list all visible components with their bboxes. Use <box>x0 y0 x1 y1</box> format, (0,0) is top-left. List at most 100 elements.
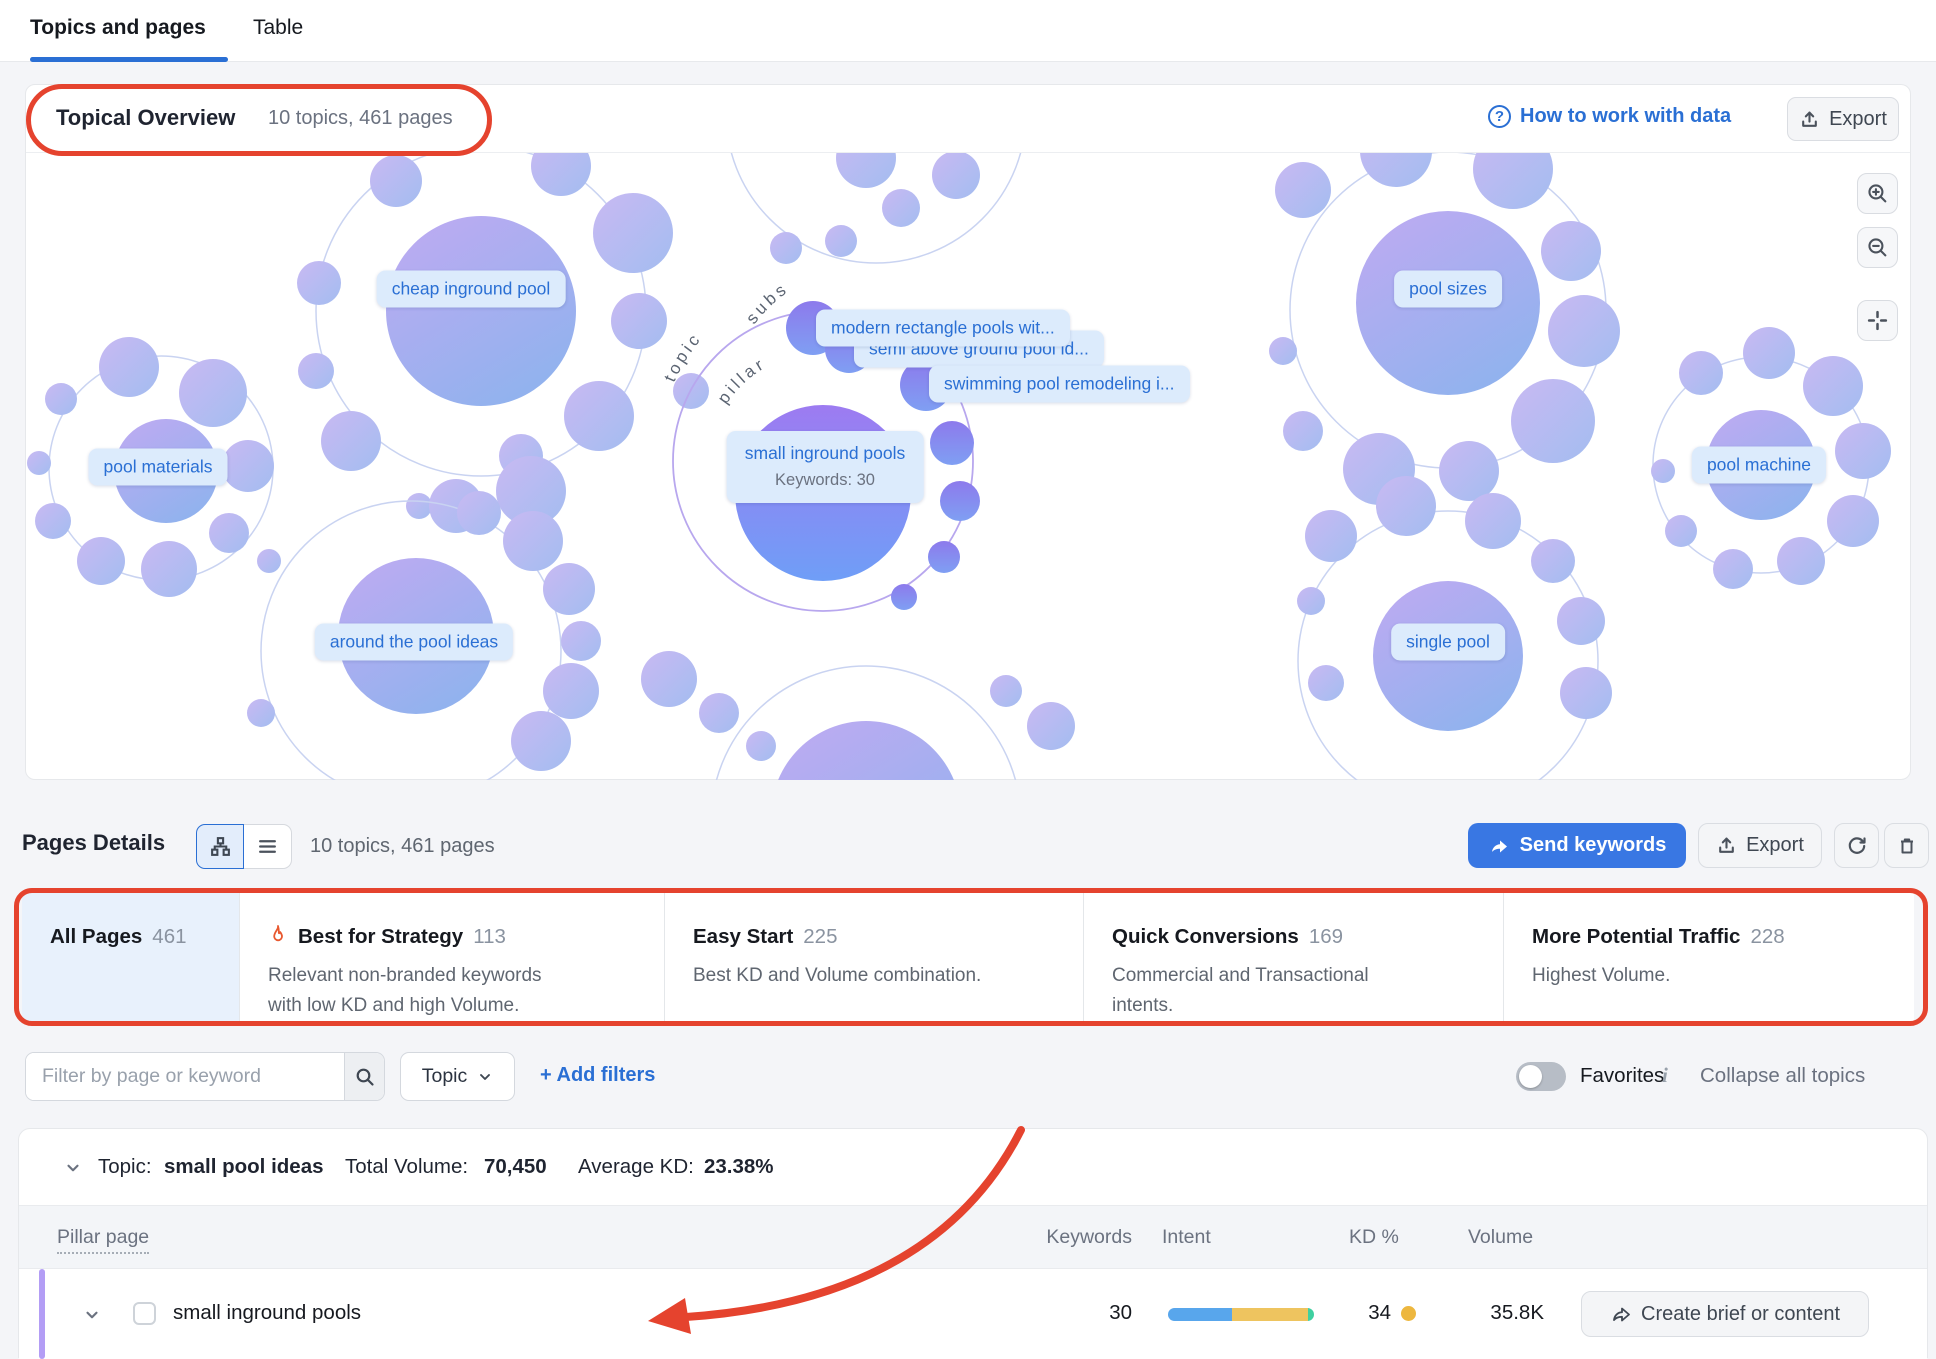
pillar-bubble-keywords: Keywords: 30 <box>745 467 906 494</box>
topical-overview-summary: 10 topics, 461 pages <box>268 107 453 130</box>
center-map-button[interactable] <box>1857 300 1898 341</box>
average-kd-value: 23.38% <box>704 1155 774 1179</box>
zoom-out-icon <box>1866 236 1889 259</box>
subpage-tooltip-swimming-remodeling: swimming pool remodeling i... <box>929 366 1190 403</box>
cluster-bottom-partial[interactable] <box>641 651 1075 780</box>
question-icon: ? <box>1488 105 1511 128</box>
kd-level-dot <box>1401 1306 1416 1321</box>
tab-mpt-label: More Potential Traffic <box>1532 925 1740 949</box>
pillar-bubble-title: small inground pools <box>745 440 906 467</box>
row-page-name[interactable]: small inground pools <box>173 1301 361 1325</box>
bubble-view-toggle[interactable] <box>196 824 244 869</box>
bubble-label-cheap-inground-pool[interactable]: cheap inground pool <box>377 271 566 308</box>
favorites-toggle[interactable] <box>1516 1062 1566 1091</box>
collapse-all-topics-link[interactable]: Collapse all topics <box>1700 1064 1865 1088</box>
strategy-tabs: All Pages461 Best for Strategy113 Releva… <box>22 893 1914 1021</box>
row-chevron-down-icon[interactable] <box>83 1306 101 1324</box>
delete-button[interactable] <box>1884 823 1929 868</box>
zoom-in-button[interactable] <box>1857 173 1898 214</box>
bubble-label-single-pool[interactable]: single pool <box>1391 624 1505 661</box>
tab-es-desc1: Best KD and Volume combination. <box>693 965 981 986</box>
list-icon <box>256 835 279 858</box>
send-arrow-icon <box>1610 1303 1632 1325</box>
cluster-top-partial[interactable] <box>726 153 1026 264</box>
bubble-label-pool-machine[interactable]: pool machine <box>1692 447 1826 484</box>
zoom-in-icon <box>1866 182 1889 205</box>
create-brief-button[interactable]: Create brief or content <box>1581 1291 1869 1337</box>
help-link-label: How to work with data <box>1520 105 1731 128</box>
topic-label: Topic: <box>98 1155 152 1179</box>
tab-qc-desc1: Commercial and Transactional <box>1112 965 1369 986</box>
chevron-down-icon <box>477 1069 493 1085</box>
tab-mpt-desc1: Highest Volume. <box>1532 965 1670 986</box>
export-button-top[interactable]: Export <box>1787 97 1899 141</box>
tab-qc-desc2: intents. <box>1112 995 1173 1016</box>
send-keywords-label: Send keywords <box>1520 834 1667 857</box>
tab-all-pages[interactable]: All Pages461 <box>22 893 240 1021</box>
zoom-out-button[interactable] <box>1857 227 1898 268</box>
tab-quick-conversions[interactable]: Quick Conversions169 Commercial and Tran… <box>1084 893 1504 1021</box>
ring-label-subs-text: subs <box>742 278 792 327</box>
pages-details-summary: 10 topics, 461 pages <box>310 835 495 858</box>
filter-search-input[interactable] <box>26 1053 344 1100</box>
tab-more-potential-traffic[interactable]: More Potential Traffic228 Highest Volume… <box>1504 893 1914 1021</box>
upload-icon <box>1799 109 1820 130</box>
ring-label-pillar-text: pillar <box>714 354 770 408</box>
filter-search-box <box>25 1052 385 1101</box>
tab-easy-start[interactable]: Easy Start225 Best KD and Volume combina… <box>665 893 1084 1021</box>
row-keywords-value: 30 <box>1032 1301 1132 1325</box>
intent-segment-commercial <box>1232 1308 1308 1321</box>
refresh-button[interactable] <box>1834 823 1879 868</box>
ring-label-pillar: pillar <box>714 354 770 408</box>
topic-filter-dropdown[interactable]: Topic <box>400 1052 515 1101</box>
tab-es-label: Easy Start <box>693 925 793 949</box>
column-header-pillar-page[interactable]: Pillar page <box>57 1226 149 1254</box>
bubble-label-pool-sizes[interactable]: pool sizes <box>1394 271 1502 308</box>
tab-all-pages-label: All Pages <box>50 925 142 949</box>
tab-bfs-count: 113 <box>473 925 506 949</box>
top-tab-bar: Topics and pages Table <box>0 0 1936 62</box>
info-icon[interactable]: i <box>1662 1063 1668 1088</box>
topical-overview-title: Topical Overview <box>56 105 235 131</box>
crosshair-icon <box>1866 309 1889 332</box>
tab-best-for-strategy[interactable]: Best for Strategy113 Relevant non-brande… <box>240 893 665 1021</box>
list-view-toggle[interactable] <box>244 824 292 869</box>
topical-overview-card: Topical Overview 10 topics, 461 pages ? … <box>25 84 1911 780</box>
total-volume-label: Total Volume: <box>345 1155 468 1179</box>
row-kd-value: 34 <box>1345 1301 1391 1325</box>
export-button-pages[interactable]: Export <box>1698 823 1822 868</box>
topical-overview-header: Topical Overview 10 topics, 461 pages ? … <box>26 85 1910 153</box>
tab-table[interactable]: Table <box>253 16 303 40</box>
intent-segment-informational <box>1168 1308 1232 1321</box>
cluster-pool-sizes[interactable] <box>1269 153 1620 505</box>
search-icon <box>354 1066 376 1088</box>
tab-bfs-desc1: Relevant non-branded keywords <box>268 965 542 986</box>
hierarchy-icon <box>209 835 232 858</box>
pillar-bubble-label[interactable]: small inground pools Keywords: 30 <box>727 431 924 503</box>
total-volume-value: 70,450 <box>484 1155 547 1179</box>
how-to-work-with-data-link[interactable]: ? How to work with data <box>1488 105 1731 128</box>
bubble-label-pool-materials[interactable]: pool materials <box>89 449 228 486</box>
column-header-intent: Intent <box>1162 1226 1211 1249</box>
column-header-keywords: Keywords <box>1032 1226 1132 1249</box>
topic-bubble-map: subs topic pillar <box>26 153 1910 780</box>
subpage-tooltip-modern-rectangle: modern rectangle pools wit... <box>816 310 1070 347</box>
search-button[interactable] <box>344 1053 384 1100</box>
tab-topics-and-pages[interactable]: Topics and pages <box>30 16 206 40</box>
cluster-cheap-inground-pool[interactable] <box>297 153 709 533</box>
intent-bar <box>1168 1308 1314 1321</box>
favorites-label: Favorites <box>1580 1064 1664 1088</box>
create-brief-label: Create brief or content <box>1641 1303 1840 1326</box>
send-keywords-button[interactable]: Send keywords <box>1468 823 1686 868</box>
topic-group-panel: Topic: small pool ideas Total Volume: 70… <box>18 1128 1928 1358</box>
average-kd-label: Average KD: <box>578 1155 694 1179</box>
column-header-volume: Volume <box>1468 1226 1533 1249</box>
column-header-kd: KD % <box>1349 1226 1399 1249</box>
ring-label-subs: subs <box>742 278 792 327</box>
row-checkbox[interactable] <box>133 1302 156 1325</box>
tab-qc-label: Quick Conversions <box>1112 925 1299 949</box>
add-filters-link[interactable]: + Add filters <box>540 1064 655 1087</box>
chevron-down-icon[interactable] <box>64 1159 82 1177</box>
bubble-label-around-the-pool-ideas[interactable]: around the pool ideas <box>315 624 513 661</box>
pages-details-title: Pages Details <box>22 830 165 856</box>
